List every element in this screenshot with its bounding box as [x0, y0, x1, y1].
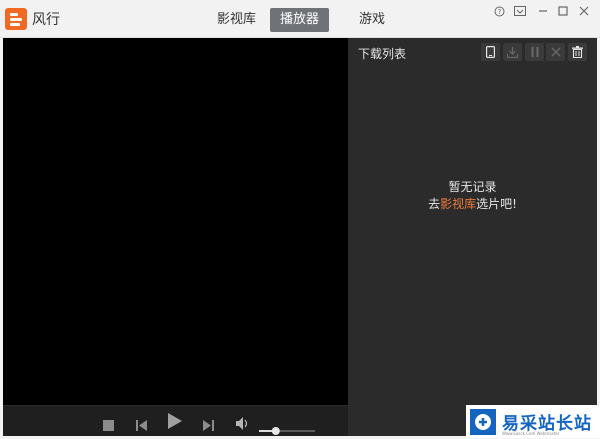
cancel-icon[interactable] — [546, 43, 565, 61]
download-panel: 下载列表 暂无记录 去影视库选片吧! — [348, 38, 597, 436]
close-icon[interactable] — [576, 4, 592, 18]
help-icon[interactable]: ? — [491, 4, 507, 18]
app-name: 风行 — [32, 12, 60, 28]
video-player[interactable] — [3, 38, 348, 405]
svg-text:?: ? — [497, 8, 501, 16]
phone-icon[interactable] — [481, 43, 500, 61]
play-icon[interactable] — [168, 413, 182, 433]
dropdown-icon[interactable] — [512, 4, 528, 18]
watermark-subtext: Www.Easck.Com Webmaster — [502, 431, 560, 436]
hint-prefix: 去 — [428, 197, 441, 211]
hint-suffix: 选片吧! — [476, 197, 517, 211]
volume-icon[interactable] — [236, 415, 250, 434]
next-icon[interactable] — [203, 416, 214, 435]
minimize-icon[interactable] — [535, 4, 551, 18]
pause-icon[interactable] — [525, 43, 544, 61]
stop-icon[interactable] — [103, 416, 114, 435]
tab-games[interactable]: 游戏 — [349, 8, 395, 32]
app-logo-icon — [5, 8, 27, 30]
maximize-icon[interactable] — [555, 4, 571, 18]
library-link[interactable]: 影视库 — [440, 197, 476, 211]
empty-state-title: 暂无记录 — [448, 180, 497, 194]
volume-slider[interactable] — [259, 420, 315, 439]
title-bar: 风行 影视库 播放器 游戏 ? — [0, 0, 600, 38]
player-control-bar — [3, 405, 348, 436]
tab-player[interactable]: 播放器 — [270, 8, 330, 32]
watermark-badge: 易采站长站 Www.Easck.Com Webmaster — [466, 405, 600, 438]
empty-state-hint: 去影视库选片吧! — [348, 195, 597, 212]
tab-library[interactable]: 影视库 — [207, 8, 266, 32]
download-list-title: 下载列表 — [358, 47, 407, 61]
trash-icon[interactable] — [568, 43, 587, 61]
previous-icon[interactable] — [136, 416, 147, 435]
download-icon[interactable] — [503, 43, 522, 61]
watermark-logo-icon — [470, 408, 496, 435]
